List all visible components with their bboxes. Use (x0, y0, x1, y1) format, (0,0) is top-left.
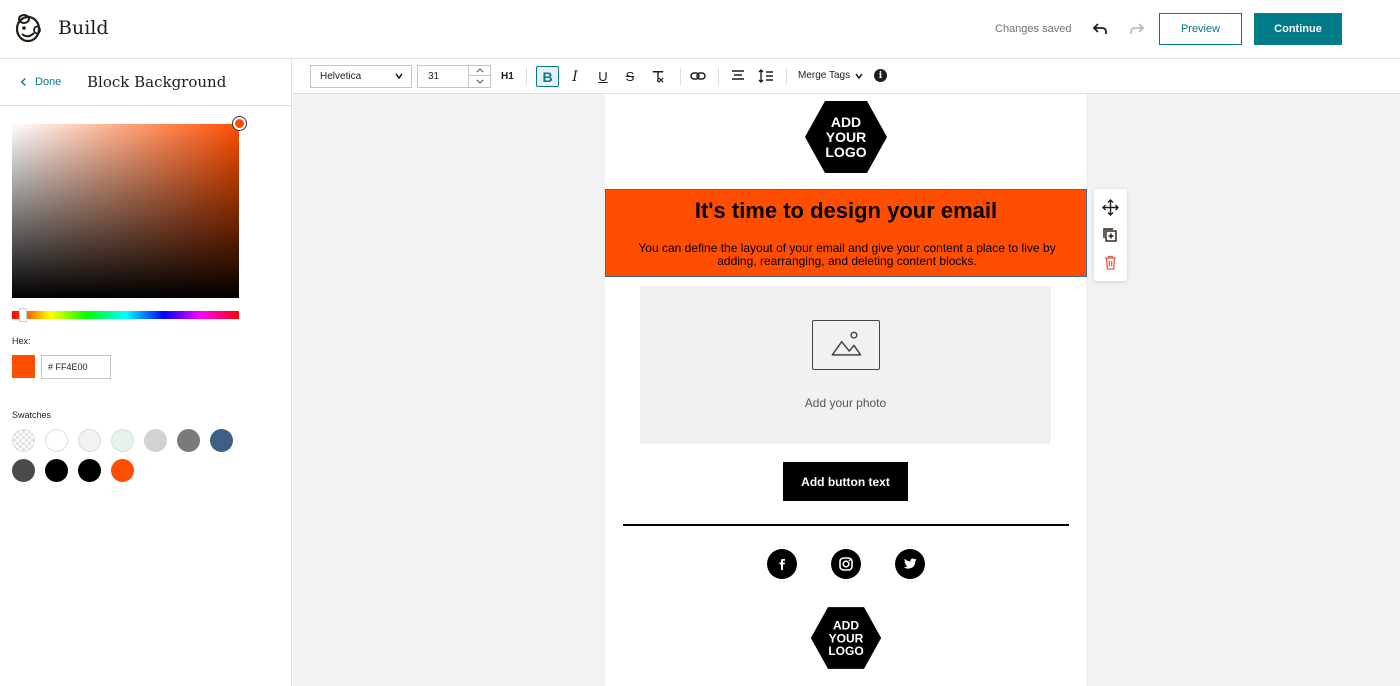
panel-title: Block Background (87, 73, 227, 91)
logo-text-line: ADD (833, 618, 859, 632)
toolbar-divider (786, 68, 787, 85)
done-button[interactable]: Done (20, 76, 61, 88)
twitter-icon[interactable] (895, 549, 925, 579)
color-swatch[interactable] (45, 459, 68, 482)
logo-text-line: LOGO (828, 644, 863, 658)
done-label: Done (35, 76, 62, 88)
font-family-value: Helvetica (320, 71, 362, 82)
info-icon[interactable]: i (874, 69, 887, 82)
clear-format-icon (652, 70, 664, 83)
selected-text-block[interactable]: It's time to design your email You can d… (605, 189, 1087, 277)
chevron-down-icon (855, 73, 863, 79)
hex-label: Hex: (12, 336, 31, 346)
merge-tags-menu[interactable]: Merge Tags (798, 70, 864, 81)
hue-slider-handle[interactable] (19, 308, 27, 322)
move-icon[interactable] (1102, 199, 1119, 216)
align-center-icon[interactable] (730, 68, 746, 84)
undo-icon[interactable] (1092, 20, 1110, 38)
image-icon (812, 320, 880, 370)
image-placeholder-label: Add your photo (804, 396, 887, 410)
logo-placeholder-top[interactable]: ADD YOUR LOGO (804, 100, 888, 174)
continue-button[interactable]: Continue (1254, 13, 1342, 45)
bold-button[interactable]: B (536, 66, 559, 87)
font-size-input[interactable]: 31 (417, 65, 491, 88)
email-body-text[interactable]: You can define the layout of your email … (636, 242, 1058, 268)
toolbar-divider (680, 68, 681, 85)
mailchimp-logo-icon[interactable] (12, 12, 44, 44)
color-swatch[interactable] (78, 429, 101, 452)
color-swatch[interactable] (210, 429, 233, 452)
panel-header: Done Block Background (0, 59, 291, 106)
swatches-label: Swatches (12, 410, 52, 420)
toolbar-divider (526, 68, 527, 85)
italic-button[interactable]: I (568, 66, 582, 87)
color-swatch[interactable] (111, 459, 134, 482)
editor-canvas: ADD YOUR LOGO It's time to design your e… (293, 94, 1400, 686)
heading-style-button[interactable]: H1 (501, 66, 514, 87)
underline-button[interactable]: U (596, 66, 610, 87)
logo-text-line: YOUR (829, 631, 864, 645)
stepper-up-icon[interactable] (469, 66, 490, 76)
instagram-icon[interactable] (831, 549, 861, 579)
current-color-swatch (12, 355, 35, 378)
color-swatch[interactable] (177, 429, 200, 452)
save-status: Changes saved (995, 23, 1072, 35)
toolbar-divider (718, 68, 719, 85)
color-swatch[interactable] (45, 429, 68, 452)
duplicate-icon[interactable] (1102, 227, 1119, 244)
color-swatch[interactable] (12, 429, 35, 452)
delete-icon[interactable] (1102, 254, 1119, 271)
hex-input[interactable]: # FF4E00 (41, 355, 111, 379)
color-swatch[interactable] (144, 429, 167, 452)
font-size-stepper[interactable] (468, 66, 490, 87)
email-cta-button[interactable]: Add button text (783, 462, 908, 501)
merge-tags-label: Merge Tags (798, 70, 851, 81)
color-swatch[interactable] (111, 429, 134, 452)
color-swatch[interactable] (12, 459, 35, 482)
email-preview: ADD YOUR LOGO It's time to design your e… (605, 94, 1087, 686)
text-toolbar: Helvetica 31 H1 B I U S Merge Tags i (293, 59, 1400, 94)
email-heading[interactable]: It's time to design your email (606, 198, 1086, 224)
chevron-left-icon (20, 78, 26, 86)
preview-button[interactable]: Preview (1159, 13, 1242, 45)
font-size-value: 31 (428, 71, 440, 82)
facebook-icon[interactable] (767, 549, 797, 579)
email-divider (623, 524, 1069, 526)
logo-text-line: LOGO (825, 144, 866, 160)
saturation-value-picker[interactable] (12, 124, 239, 298)
link-icon[interactable] (690, 68, 706, 84)
hue-slider[interactable] (12, 311, 239, 319)
line-height-icon[interactable] (758, 68, 774, 84)
block-background-panel: Done Block Background Hex: # FF4E00 Swat… (0, 59, 292, 686)
image-placeholder[interactable]: Add your photo (640, 286, 1051, 444)
strikethrough-button[interactable]: S (623, 66, 637, 87)
color-swatch[interactable] (78, 459, 101, 482)
clear-formatting-button[interactable] (651, 66, 665, 87)
logo-text-line: YOUR (826, 129, 866, 145)
redo-icon[interactable] (1127, 20, 1145, 38)
font-family-select[interactable]: Helvetica (310, 65, 412, 88)
stepper-down-icon[interactable] (469, 76, 490, 86)
color-picker-handle[interactable] (233, 117, 246, 130)
logo-text-line: ADD (831, 114, 861, 130)
top-bar: Build Changes saved Preview Continue (0, 0, 1400, 59)
logo-placeholder-bottom[interactable]: ADD YOUR LOGO (810, 606, 882, 670)
chevron-down-icon (395, 73, 403, 80)
block-actions-menu (1094, 189, 1127, 281)
page-title: Build (58, 17, 109, 39)
